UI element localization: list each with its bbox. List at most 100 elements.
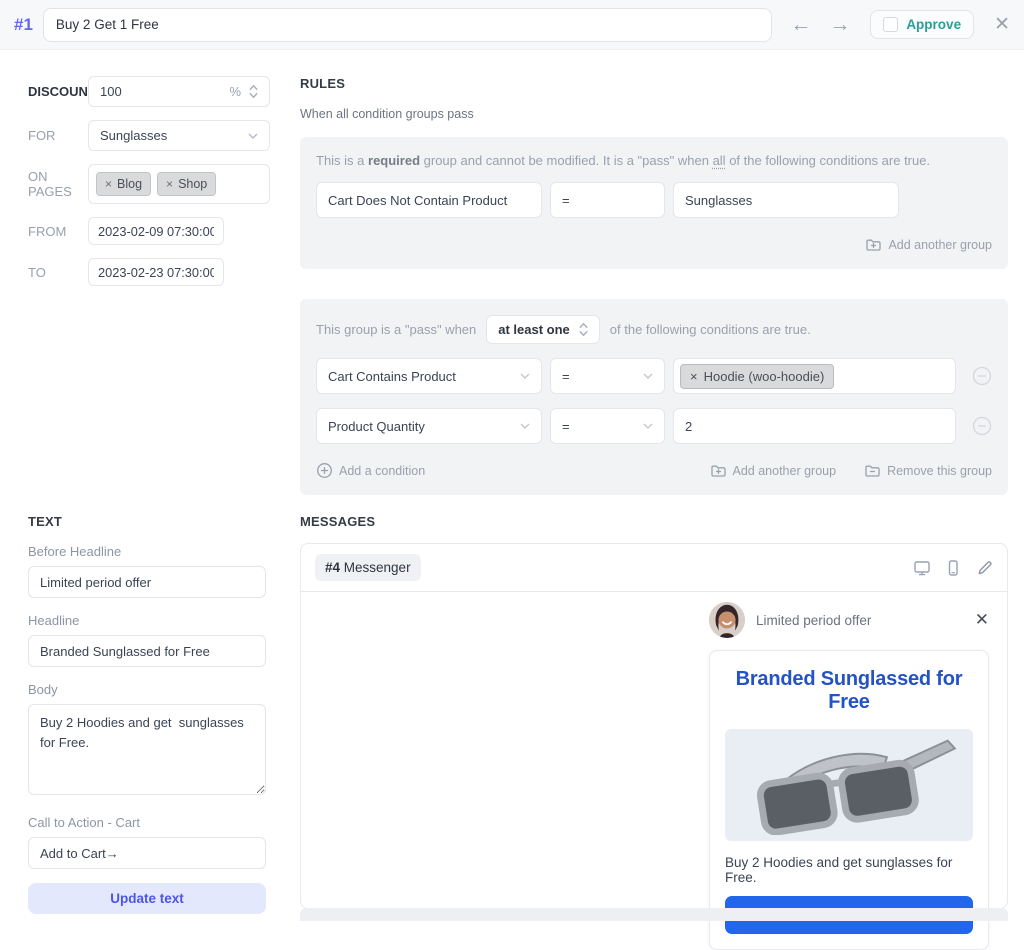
- percent-unit: %: [229, 84, 241, 99]
- page-tag-label: Shop: [178, 177, 207, 191]
- edit-pencil-icon[interactable]: [975, 559, 993, 577]
- messenger-message-card: #4 Messenger: [300, 543, 1008, 909]
- tag-remove-icon[interactable]: ×: [105, 177, 112, 191]
- chevron-down-icon: [643, 423, 653, 429]
- add-condition-link[interactable]: Add a condition: [316, 462, 425, 479]
- for-label: FOR: [28, 128, 88, 143]
- condition-operator[interactable]: =: [550, 182, 665, 218]
- body-textarea[interactable]: Buy 2 Hoodies and get sunglasses for Fre…: [28, 704, 266, 795]
- stepper-icon: [579, 322, 588, 337]
- tag-remove-icon[interactable]: ×: [166, 177, 173, 191]
- condition-operator-value: =: [562, 419, 570, 434]
- plus-circle-icon: [316, 462, 333, 479]
- pass-mode-select[interactable]: at least one: [486, 315, 600, 344]
- discount-value-field[interactable]: %: [88, 76, 270, 107]
- condition-value-input[interactable]: [685, 419, 944, 434]
- back-arrow-icon[interactable]: ←: [790, 14, 811, 35]
- condition-row-1: Cart Contains Product = × Hoodie (woo-ho…: [316, 358, 992, 394]
- for-select[interactable]: Sunglasses: [88, 120, 270, 151]
- close-icon[interactable]: ✕: [994, 13, 1010, 36]
- cta-input[interactable]: [28, 837, 266, 869]
- campaign-topbar: #1 ← → Approve ✕: [0, 0, 1024, 50]
- before-headline-label: Before Headline: [28, 544, 266, 559]
- campaign-title-input[interactable]: [43, 8, 772, 42]
- for-select-value: Sunglasses: [100, 128, 167, 143]
- text-form: TEXT Before Headline Headline Body Buy 2…: [28, 514, 266, 914]
- before-headline-input[interactable]: [28, 566, 266, 598]
- cta-label: Call to Action - Cart: [28, 815, 266, 830]
- remove-group-label: Remove this group: [887, 464, 992, 478]
- condition-group-2: This group is a "pass" when at least one…: [300, 299, 1008, 495]
- discount-value-input[interactable]: [100, 84, 229, 99]
- offer-card: Branded Sunglassed for Free Buy 2 Hoodie…: [709, 650, 989, 950]
- condition-operator-value: =: [562, 193, 570, 208]
- messages-header: MESSAGES: [300, 514, 1008, 529]
- mobile-preview-icon[interactable]: [944, 559, 962, 577]
- folder-minus-icon: [864, 462, 881, 479]
- desktop-preview-icon[interactable]: [913, 559, 931, 577]
- to-label: TO: [28, 265, 88, 280]
- chevron-down-icon: [520, 373, 530, 379]
- to-date-input[interactable]: [88, 258, 224, 286]
- forward-arrow-icon[interactable]: →: [829, 14, 850, 35]
- condition-field-value: Product Quantity: [328, 419, 425, 434]
- notification-row: Limited period offer ✕: [709, 602, 989, 638]
- offer-body-text: Buy 2 Hoodies and get sunglasses for Fre…: [725, 855, 973, 885]
- on-pages-field[interactable]: × Blog × Shop: [88, 164, 270, 204]
- headline-input[interactable]: [28, 635, 266, 667]
- folder-plus-icon: [865, 236, 882, 253]
- add-another-group-label: Add another group: [733, 464, 837, 478]
- tag-remove-icon[interactable]: ×: [690, 369, 698, 384]
- remove-condition-icon[interactable]: [972, 366, 992, 386]
- approve-label: Approve: [906, 17, 961, 32]
- product-tag[interactable]: × Hoodie (woo-hoodie): [680, 364, 834, 389]
- condition-row-2: Product Quantity =: [316, 408, 992, 444]
- messenger-preview: Limited period offer ✕ Branded Sunglasse…: [709, 602, 989, 950]
- folder-plus-icon: [710, 462, 727, 479]
- remove-group-link[interactable]: Remove this group: [864, 462, 992, 479]
- page-tag-blog[interactable]: × Blog: [96, 172, 151, 196]
- group-pass-header: This group is a "pass" when at least one…: [316, 315, 992, 344]
- condition-operator-value: =: [562, 369, 570, 384]
- remove-condition-icon[interactable]: [972, 416, 992, 436]
- condition-value[interactable]: Sunglasses: [673, 182, 899, 218]
- discount-form: DISCOUNT % FOR Sunglasses ON PAGES × Blo…: [28, 76, 270, 299]
- page-tag-label: Blog: [117, 177, 142, 191]
- condition-field-value: Cart Does Not Contain Product: [328, 193, 507, 208]
- offer-headline: Branded Sunglassed for Free: [725, 668, 973, 714]
- from-date-input[interactable]: [88, 217, 224, 245]
- add-another-group-link[interactable]: Add another group: [710, 462, 837, 479]
- condition-value-field[interactable]: [673, 408, 956, 444]
- condition-field[interactable]: Cart Does Not Contain Product: [316, 182, 542, 218]
- condition-operator-select[interactable]: =: [550, 408, 665, 444]
- pass-mode-value: at least one: [498, 322, 570, 337]
- condition-field-select[interactable]: Cart Contains Product: [316, 358, 542, 394]
- preview-close-icon[interactable]: ✕: [975, 610, 989, 630]
- condition-group-required: This is a required group and cannot be m…: [300, 137, 1008, 269]
- approve-button[interactable]: Approve: [870, 10, 974, 39]
- add-another-group-link[interactable]: Add another group: [865, 236, 992, 253]
- messages-section: MESSAGES #4 Messenger: [300, 514, 1008, 909]
- chevron-down-icon: [520, 423, 530, 429]
- chevron-down-icon: [248, 133, 258, 139]
- stepper-icon[interactable]: [249, 84, 258, 99]
- product-image-sunglasses: [725, 729, 973, 841]
- page-tag-shop[interactable]: × Shop: [157, 172, 216, 196]
- product-tag-label: Hoodie (woo-hoodie): [704, 369, 825, 384]
- condition-value-field[interactable]: × Hoodie (woo-hoodie): [673, 358, 956, 394]
- message-badge: #4 Messenger: [315, 554, 421, 581]
- from-label: FROM: [28, 224, 88, 239]
- condition-field-select[interactable]: Product Quantity: [316, 408, 542, 444]
- notification-text: Limited period offer: [756, 613, 871, 628]
- group-description: This is a required group and cannot be m…: [316, 153, 992, 168]
- next-message-card-peek: [300, 908, 1008, 921]
- add-another-group-label: Add another group: [888, 238, 992, 252]
- condition-value-text: Sunglasses: [685, 193, 752, 208]
- campaign-number: #1: [14, 15, 33, 35]
- update-text-button[interactable]: Update text: [28, 883, 266, 914]
- headline-label: Headline: [28, 613, 266, 628]
- chevron-down-icon: [643, 373, 653, 379]
- condition-operator-select[interactable]: =: [550, 358, 665, 394]
- approve-checkbox[interactable]: [883, 17, 898, 32]
- on-pages-label: ON PAGES: [28, 169, 88, 199]
